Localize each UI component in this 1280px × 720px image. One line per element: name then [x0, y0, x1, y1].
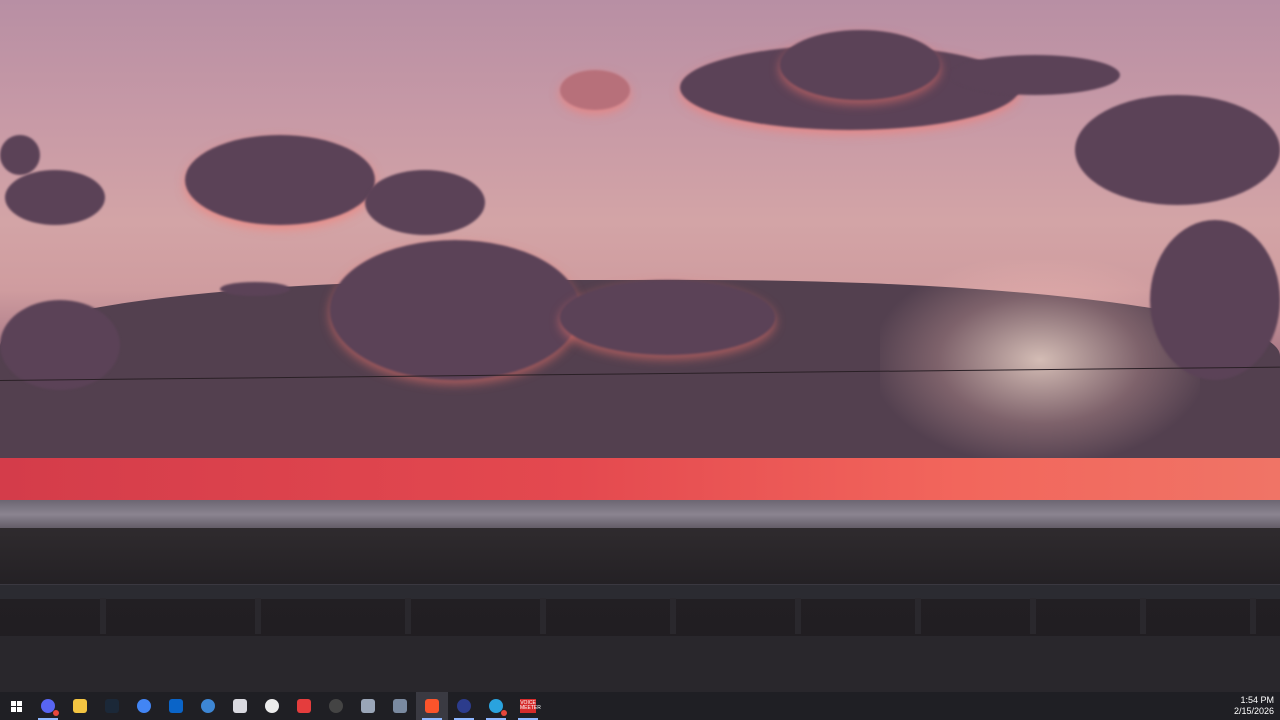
taskbar-button-media-app[interactable] — [448, 692, 480, 720]
taskbar-button-obs[interactable] — [320, 692, 352, 720]
taskbar-button-red-diamond-app[interactable] — [288, 692, 320, 720]
rail-post — [255, 598, 261, 634]
icon-label-line: MEETER — [520, 705, 541, 711]
cloud — [5, 170, 105, 225]
chrome-icon — [137, 699, 151, 713]
steam-icon — [105, 699, 119, 713]
rail-post — [915, 598, 921, 634]
window-app-icon — [361, 699, 375, 713]
taskbar-button-calculator[interactable] — [384, 692, 416, 720]
cloud — [560, 280, 775, 355]
cloud — [780, 30, 940, 100]
taskbar: VOICE MEETER 1:54 PM 2/15/2026 — [0, 692, 1280, 720]
eye-app-icon — [265, 699, 279, 713]
taskbar-button-qbittorrent[interactable] — [192, 692, 224, 720]
obs-icon — [329, 699, 343, 713]
taskbar-button-brave[interactable] — [416, 692, 448, 720]
cloud — [1150, 220, 1280, 380]
cloud — [950, 55, 1120, 95]
brave-icon — [425, 699, 439, 713]
file-explorer-icon — [73, 699, 87, 713]
cloud — [185, 135, 375, 225]
taskbar-button-outlook[interactable] — [160, 692, 192, 720]
desktop-wallpaper — [0, 0, 1280, 692]
rail-post — [405, 598, 411, 634]
rail-post — [795, 598, 801, 634]
qbittorrent-icon — [201, 699, 215, 713]
system-clock[interactable]: 1:54 PM 2/15/2026 — [1234, 695, 1280, 717]
calculator-icon — [393, 699, 407, 713]
rail-post — [1250, 598, 1256, 634]
taskbar-button-window-app[interactable] — [352, 692, 384, 720]
rail-post — [540, 598, 546, 634]
cloud — [0, 300, 120, 390]
taskbar-button-cloud-app[interactable] — [224, 692, 256, 720]
rail-post — [1140, 598, 1146, 634]
media-app-icon — [457, 699, 471, 713]
outlook-icon — [169, 699, 183, 713]
cloud — [220, 282, 290, 296]
windows-start-icon — [10, 700, 22, 712]
taskbar-button-chrome[interactable] — [128, 692, 160, 720]
clock-time: 1:54 PM — [1240, 695, 1274, 705]
cloud — [0, 135, 40, 175]
road — [0, 636, 1280, 692]
cloud-app-icon — [233, 699, 247, 713]
rail-post — [1030, 598, 1036, 634]
cloud — [560, 70, 630, 110]
taskbar-button-file-explorer[interactable] — [64, 692, 96, 720]
taskbar-button-steam[interactable] — [96, 692, 128, 720]
red-diamond-app-icon — [297, 699, 311, 713]
rail-post — [100, 598, 106, 634]
cloud — [1075, 95, 1280, 205]
clock-date: 2/15/2026 — [1233, 706, 1274, 716]
notification-badge — [501, 710, 507, 716]
cloud — [330, 240, 580, 380]
horizon-glow — [0, 458, 1280, 504]
rail-post — [670, 598, 676, 634]
taskbar-button-eye-app[interactable] — [256, 692, 288, 720]
voice-meeter-icon: VOICE MEETER — [520, 699, 541, 713]
taskbar-button-discord[interactable] — [32, 692, 64, 720]
cloud — [365, 170, 485, 235]
start-button[interactable] — [0, 692, 32, 720]
guard-rail — [0, 584, 1280, 599]
taskbar-button-telegram[interactable] — [480, 692, 512, 720]
taskbar-apps: VOICE MEETER — [32, 692, 544, 720]
taskbar-button-voice-meeter[interactable]: VOICE MEETER — [512, 692, 544, 720]
notification-badge — [53, 710, 59, 716]
